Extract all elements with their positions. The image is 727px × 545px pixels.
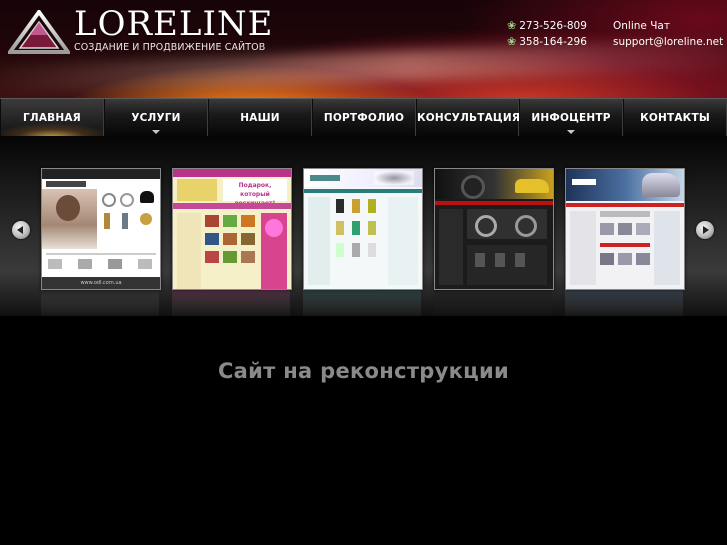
logo-tagline: СОЗДАНИЕ И ПРОДВИЖЕНИЕ САЙТОВ — [74, 42, 266, 53]
main-content: Сайт на реконструкции — [0, 316, 727, 545]
thumbnail-caption: Подарок, который восхищает! — [223, 179, 287, 207]
phone-1-number: 273-526-809 — [519, 20, 587, 32]
nav-item-label: КОНСУЛЬТАЦИЯ — [417, 112, 521, 124]
nav-item-home[interactable]: ГЛАВНАЯ — [0, 99, 104, 137]
nav-item-consultation[interactable]: КОНСУЛЬТАЦИЯ — [416, 99, 521, 137]
thumbnail-jewelry-site[interactable]: www.odl.com.ua — [41, 168, 161, 290]
nav-item-label: УСЛУГИ — [131, 112, 181, 124]
thumbnail-cosmetics-site[interactable] — [303, 168, 423, 290]
arrow-right-icon[interactable] — [696, 221, 714, 239]
nav-item-clients[interactable]: НАШИ КЛИЕНТЫ — [208, 99, 312, 162]
nav-item-portfolio[interactable]: ПОРТФОЛИО — [312, 99, 416, 137]
chevron-down-icon — [152, 130, 160, 134]
flower-icon: ❀ — [507, 35, 517, 48]
nav-item-contacts[interactable]: КОНТАКТЫ — [623, 99, 727, 137]
nav-item-label: ПОРТФОЛИО — [323, 112, 405, 124]
support-email-link[interactable]: support@loreline.net — [613, 35, 723, 49]
nav-item-label: ИНФОЦЕНТР — [531, 112, 611, 124]
nav-item-label: КОНТАКТЫ — [640, 112, 710, 124]
logo-triangle-icon[interactable] — [8, 10, 70, 54]
nav-item-label: ГЛАВНАЯ — [23, 112, 81, 124]
thumbnail-auto-site[interactable] — [565, 168, 685, 290]
logo-name[interactable]: LORELINE — [74, 4, 273, 44]
online-chat-link[interactable]: Online Чат — [613, 19, 670, 33]
flower-icon: ❀ — [507, 19, 517, 32]
reconstruction-message: Сайт на реконструкции — [217, 359, 510, 383]
thumbnail-gifts-site[interactable]: Подарок, который восхищает! — [172, 168, 292, 290]
chevron-down-icon — [567, 130, 575, 134]
phone-2: ❀ 358-164-296 — [507, 35, 587, 49]
thumbnail-tires-site[interactable] — [434, 168, 554, 290]
arrow-left-icon[interactable] — [12, 221, 30, 239]
main-nav: ГЛАВНАЯ УСЛУГИ НАШИ КЛИЕНТЫ ПОРТФОЛИО КО… — [0, 98, 727, 162]
nav-item-services[interactable]: УСЛУГИ — [104, 99, 208, 137]
nav-item-infocenter[interactable]: ИНФОЦЕНТР — [519, 99, 623, 137]
portfolio-carousel: www.odl.com.ua Подарок, который восхищае… — [0, 136, 727, 320]
thumbnail-caption: www.odl.com.ua — [42, 277, 160, 289]
phone-2-number: 358-164-296 — [519, 36, 587, 48]
phone-1: ❀ 273-526-809 — [507, 19, 587, 33]
site-header: LORELINE СОЗДАНИЕ И ПРОДВИЖЕНИЕ САЙТОВ ❀… — [0, 0, 727, 98]
